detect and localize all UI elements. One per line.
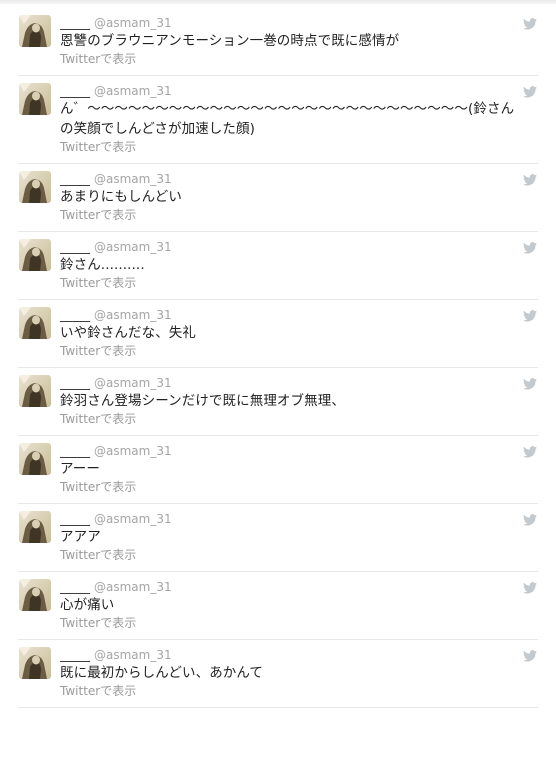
view-on-twitter-link[interactable]: Twitterで表示 [60, 275, 518, 299]
twitter-bird-icon[interactable] [523, 239, 537, 254]
twitter-bird-icon[interactable] [523, 307, 537, 322]
tweet-text: あまりにもしんどい [60, 189, 182, 205]
user-handle[interactable]: @asmam_31 [94, 16, 172, 30]
avatar[interactable] [19, 307, 51, 339]
tweet-text: アーー [60, 461, 100, 477]
user-handle[interactable]: @asmam_31 [94, 376, 172, 390]
view-on-twitter-link[interactable]: Twitterで表示 [60, 479, 518, 503]
user-handle[interactable]: @asmam_31 [94, 84, 172, 98]
avatar[interactable] [19, 83, 51, 115]
view-on-twitter-link[interactable]: Twitterで表示 [60, 343, 518, 367]
avatar[interactable] [19, 15, 51, 47]
tweet-text: 鈴羽さん登場シーンだけで既に無理オブ無理、 [60, 393, 345, 409]
tweet-author: _____ @asmam_31 [60, 375, 518, 391]
user-handle[interactable]: @asmam_31 [94, 580, 172, 594]
tweet-card[interactable]: _____ @asmam_31 あまりにもしんどい Twitterで表示 [18, 164, 538, 232]
tweet-card[interactable]: _____ @asmam_31 既に最初からしんどい、あかんて Twitterで表… [18, 640, 538, 708]
view-on-twitter-link[interactable]: Twitterで表示 [60, 615, 518, 639]
tweet-body: _____ @asmam_31 既に最初からしんどい、あかんて Twitterで表… [60, 647, 518, 707]
user-handle[interactable]: @asmam_31 [94, 172, 172, 186]
tweet-body: _____ @asmam_31 アアア Twitterで表示 [60, 511, 518, 571]
tweet-text: 鈴さん.......... [60, 257, 145, 273]
tweet-card[interactable]: _____ @asmam_31 心が痛い Twitterで表示 [18, 572, 538, 640]
tweet-author: _____ @asmam_31 [60, 15, 518, 31]
avatar[interactable] [19, 171, 51, 203]
tweet-text: 既に最初からしんどい、あかんて [60, 665, 263, 681]
display-name[interactable]: _____ [60, 512, 90, 526]
display-name[interactable]: _____ [60, 648, 90, 662]
view-on-twitter-link[interactable]: Twitterで表示 [60, 547, 518, 571]
tweet-author: _____ @asmam_31 [60, 443, 518, 459]
tweet-author: _____ @asmam_31 [60, 511, 518, 527]
twitter-bird-icon[interactable] [523, 171, 537, 186]
view-on-twitter-link[interactable]: Twitterで表示 [60, 51, 518, 75]
tweet-author: _____ @asmam_31 [60, 307, 518, 323]
twitter-bird-icon[interactable] [523, 375, 537, 390]
tweet-body: _____ @asmam_31 心が痛い Twitterで表示 [60, 579, 518, 639]
avatar[interactable] [19, 239, 51, 271]
display-name[interactable]: _____ [60, 172, 90, 186]
tweet-body: _____ @asmam_31 ん゛〜〜〜〜〜〜〜〜〜〜〜〜〜〜〜〜〜〜〜〜〜〜〜… [60, 83, 518, 163]
tweet-author: _____ @asmam_31 [60, 647, 518, 663]
avatar[interactable] [19, 443, 51, 475]
twitter-bird-icon[interactable] [523, 511, 537, 526]
user-handle[interactable]: @asmam_31 [94, 512, 172, 526]
tweet-card[interactable]: _____ @asmam_31 鈴さん.......... Twitterで表示 [18, 232, 538, 300]
user-handle[interactable]: @asmam_31 [94, 648, 172, 662]
tweet-card[interactable]: _____ @asmam_31 いや鈴さんだな、失礼 Twitterで表示 [18, 300, 538, 368]
view-on-twitter-link[interactable]: Twitterで表示 [60, 207, 518, 231]
avatar[interactable] [19, 375, 51, 407]
tweet-body: _____ @asmam_31 鈴羽さん登場シーンだけで既に無理オブ無理、 Twi… [60, 375, 518, 435]
view-on-twitter-link[interactable]: Twitterで表示 [60, 683, 518, 707]
display-name[interactable]: _____ [60, 444, 90, 458]
display-name[interactable]: _____ [60, 308, 90, 322]
top-scroll-edge [0, 0, 556, 4]
tweet-text: いや鈴さんだな、失礼 [60, 325, 196, 341]
tweet-body: _____ @asmam_31 アーー Twitterで表示 [60, 443, 518, 503]
tweet-author: _____ @asmam_31 [60, 171, 518, 187]
twitter-bird-icon[interactable] [523, 83, 537, 98]
view-on-twitter-link[interactable]: Twitterで表示 [60, 139, 518, 163]
tweet-card[interactable]: _____ @asmam_31 恩讐のブラウニアンモーション一巻の時点で既に感情が… [18, 8, 538, 76]
twitter-bird-icon[interactable] [523, 15, 537, 30]
tweet-text: 恩讐のブラウニアンモーション一巻の時点で既に感情が [60, 33, 400, 49]
tweet-text: ん゛〜〜〜〜〜〜〜〜〜〜〜〜〜〜〜〜〜〜〜〜〜〜〜〜〜〜〜〜(鈴さんの笑顔でしん… [60, 101, 515, 137]
display-name[interactable]: _____ [60, 240, 90, 254]
user-handle[interactable]: @asmam_31 [94, 308, 172, 322]
avatar[interactable] [19, 511, 51, 543]
tweet-card[interactable]: _____ @asmam_31 ん゛〜〜〜〜〜〜〜〜〜〜〜〜〜〜〜〜〜〜〜〜〜〜〜… [18, 76, 538, 164]
display-name[interactable]: _____ [60, 16, 90, 30]
tweet-card[interactable]: _____ @asmam_31 鈴羽さん登場シーンだけで既に無理オブ無理、 Twi… [18, 368, 538, 436]
tweet-text: アアア [60, 529, 101, 545]
avatar[interactable] [19, 579, 51, 611]
twitter-bird-icon[interactable] [523, 647, 537, 662]
tweet-author: _____ @asmam_31 [60, 239, 518, 255]
user-handle[interactable]: @asmam_31 [94, 240, 172, 254]
twitter-bird-icon[interactable] [523, 579, 537, 594]
display-name[interactable]: _____ [60, 84, 90, 98]
user-handle[interactable]: @asmam_31 [94, 444, 172, 458]
display-name[interactable]: _____ [60, 580, 90, 594]
avatar[interactable] [19, 647, 51, 679]
twitter-bird-icon[interactable] [523, 443, 537, 458]
tweet-author: _____ @asmam_31 [60, 83, 518, 99]
tweet-body: _____ @asmam_31 恩讐のブラウニアンモーション一巻の時点で既に感情が… [60, 15, 518, 75]
tweet-author: _____ @asmam_31 [60, 579, 518, 595]
tweet-feed: _____ @asmam_31 恩讐のブラウニアンモーション一巻の時点で既に感情が… [0, 8, 556, 708]
tweet-card[interactable]: _____ @asmam_31 アアア Twitterで表示 [18, 504, 538, 572]
tweet-text: 心が痛い [60, 597, 115, 613]
tweet-card[interactable]: _____ @asmam_31 アーー Twitterで表示 [18, 436, 538, 504]
display-name[interactable]: _____ [60, 376, 90, 390]
tweet-body: _____ @asmam_31 あまりにもしんどい Twitterで表示 [60, 171, 518, 231]
view-on-twitter-link[interactable]: Twitterで表示 [60, 411, 518, 435]
tweet-body: _____ @asmam_31 鈴さん.......... Twitterで表示 [60, 239, 518, 299]
tweet-body: _____ @asmam_31 いや鈴さんだな、失礼 Twitterで表示 [60, 307, 518, 367]
